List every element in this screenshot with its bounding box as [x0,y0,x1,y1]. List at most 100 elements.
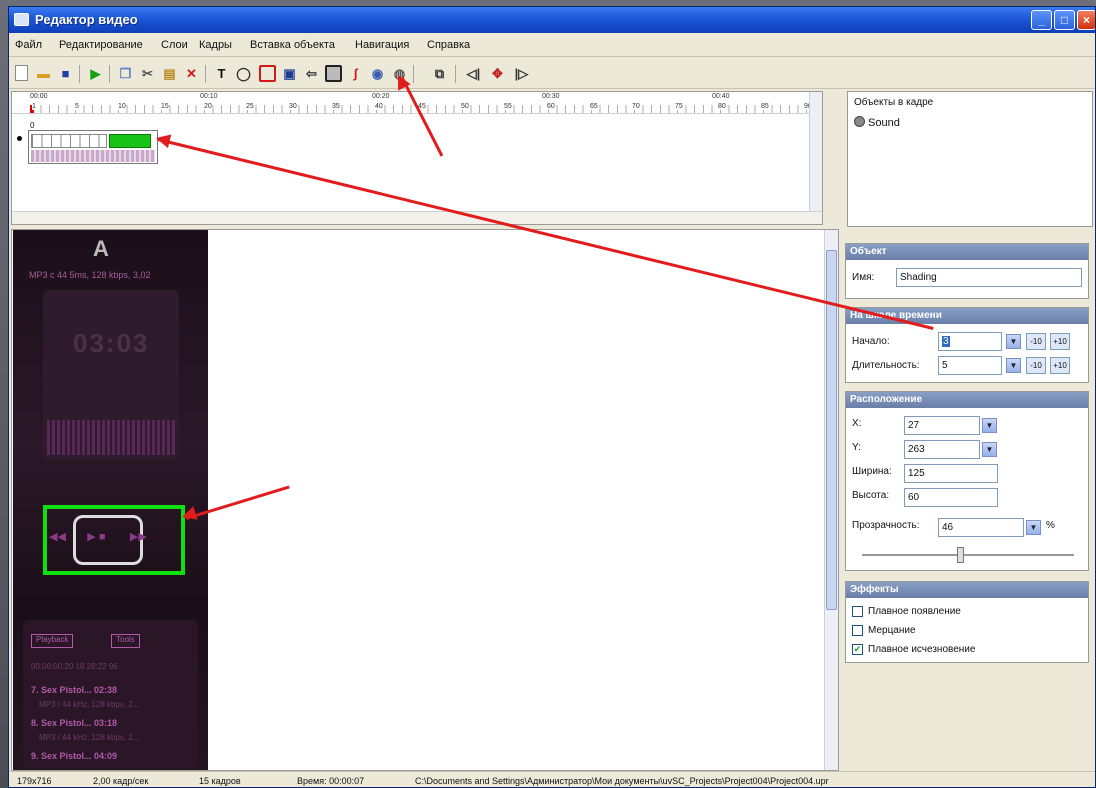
frame-label: 15 [161,103,169,110]
timeline-track[interactable] [28,130,158,164]
menu-help[interactable]: Справка [427,39,470,51]
minus-10-button[interactable]: -10 [1026,333,1046,350]
menu-navigation[interactable]: Навигация [355,39,409,51]
close-button[interactable]: × [1077,10,1095,30]
objects-panel-header: Объекты в кадре [854,97,934,108]
chevron-down-icon[interactable]: ▼ [1006,358,1021,373]
zoom-icon[interactable]: ◉ [369,65,386,82]
chevron-down-icon[interactable]: ▼ [982,418,997,433]
timeline-horizontal-scrollbar[interactable] [12,211,822,224]
window-title: Редактор видео [35,12,138,27]
y-field[interactable]: 263 [904,440,980,459]
frame-label: 25 [246,103,254,110]
status-fps: 2,00 кадр/сек [93,776,149,786]
next-frame-icon[interactable]: |▷ [513,65,530,82]
frame-label: 70 [632,103,640,110]
frame-label: 65 [590,103,598,110]
menu-layers[interactable]: Слои [161,39,188,51]
playlist-item-sub: MP3 / 44 kHz, 128 kbps, 2... [39,733,140,742]
move-icon[interactable]: ✥ [489,65,506,82]
equalizer-bars [47,420,177,455]
effects-group: Эффекты Плавное появление Мерцание ✔ Пла… [845,581,1089,663]
start-field[interactable]: 3 [938,332,1002,351]
maximize-button[interactable]: □ [1054,10,1075,30]
duration-field[interactable]: 5 [938,356,1002,375]
opacity-slider-track[interactable] [862,554,1074,556]
prev-frame-icon[interactable]: ◁| [465,65,482,82]
y-label: Y: [852,442,861,453]
player-time-row: 00:00:00:20 18 28:22 96 [31,662,118,671]
chevron-down-icon[interactable]: ▼ [1026,520,1041,535]
effect-label: Мерцание [868,625,916,636]
toolbar-separator [413,65,414,83]
shading-object-bar[interactable] [109,134,151,148]
plus-10-button[interactable]: +10 [1050,333,1070,350]
height-field[interactable]: 60 [904,488,998,507]
shading-icon[interactable] [325,65,342,82]
minus-10-button[interactable]: -10 [1026,357,1046,374]
callout-icon[interactable]: ◯ [235,65,252,82]
stage-canvas[interactable]: A MP3 с 44 5ms, 128 kbps, 3,02 03:03 ◀◀ … [11,229,839,771]
flicker-checkbox[interactable] [852,625,863,636]
frame-label: 30 [289,103,297,110]
status-time: Время: 00:00:07 [297,776,365,786]
frame-label: 55 [504,103,512,110]
player-transport-icon: ◀◀ ▶ ■ ▶▶ [49,531,147,543]
fade-out-checkbox[interactable]: ✔ [852,644,863,655]
name-label: Имя: [852,272,875,283]
sound-icon [854,116,865,127]
timeline-vertical-scrollbar[interactable] [809,92,822,211]
paste-icon[interactable]: ▤ [161,65,178,82]
opacity-slider-thumb[interactable] [957,547,964,563]
media-player-frame: A MP3 с 44 5ms, 128 kbps, 3,02 03:03 ◀◀ … [13,230,208,770]
frame-label: 1 [32,103,36,110]
chevron-down-icon[interactable]: ▼ [1006,334,1021,349]
copy-icon[interactable]: ❐ [117,65,134,82]
objects-in-frame-panel: Объекты в кадре Sound [847,91,1093,227]
frame-cells[interactable] [31,134,107,148]
menu-insert-object[interactable]: Вставка объекта [250,39,335,51]
save-icon[interactable]: ■ [57,65,74,82]
x-label: X: [852,418,862,429]
frame-label: 50 [461,103,469,110]
toolbar-separator [109,65,110,83]
fade-in-checkbox[interactable] [852,606,863,617]
play-icon[interactable]: ▶ [87,65,104,82]
menu-frames[interactable]: Кадры [199,39,232,51]
menu-file[interactable]: Файл [15,39,42,51]
time-label: 00:30 [542,93,560,100]
frame-label: 40 [375,103,383,110]
toolbar-separator [455,65,456,83]
effect-label: Плавное появление [868,606,961,617]
brush-icon[interactable]: ʃ [347,65,364,82]
frame-label: 75 [675,103,683,110]
export-icon[interactable]: ⧉ [431,65,448,82]
track-info: MP3 с 44 5ms, 128 kbps, 3,02 [29,270,151,280]
chevron-down-icon[interactable]: ▼ [982,442,997,457]
playlist-item-sub: MP3 / 44 kHz, 128 kbps, 2... [39,700,140,709]
width-field[interactable]: 125 [904,464,998,483]
new-file-icon[interactable] [15,65,28,81]
name-field[interactable]: Shading [896,268,1082,287]
object-list-item-sound[interactable]: Sound [854,116,900,129]
player-logo-icon: A [93,236,109,261]
x-field[interactable]: 27 [904,416,980,435]
back-icon[interactable]: ⇦ [303,65,320,82]
text-icon[interactable]: T [213,65,230,82]
minimize-button[interactable]: _ [1031,10,1052,30]
plus-10-button[interactable]: +10 [1050,357,1070,374]
cut-icon[interactable]: ✂ [139,65,156,82]
menu-edit[interactable]: Редактирование [59,39,143,51]
open-folder-icon[interactable]: ▬ [35,65,52,82]
sound-track-bar[interactable] [31,150,155,162]
status-bar: 179x716 2,00 кадр/сек 15 кадров Время: 0… [9,771,1095,787]
image-icon[interactable]: ▣ [281,65,298,82]
rectangle-icon[interactable] [259,65,276,82]
opacity-field[interactable]: 46 [938,518,1024,537]
frame-label: 5 [75,103,79,110]
delete-icon[interactable]: ✕ [183,65,200,82]
start-label: Начало: [852,336,890,347]
time-label: 00:10 [200,93,218,100]
stage-vertical-scrollbar[interactable] [824,230,838,770]
position-group: Расположение X: 27 ▼ Y: 263 ▼ Ширина: 12… [845,391,1089,571]
